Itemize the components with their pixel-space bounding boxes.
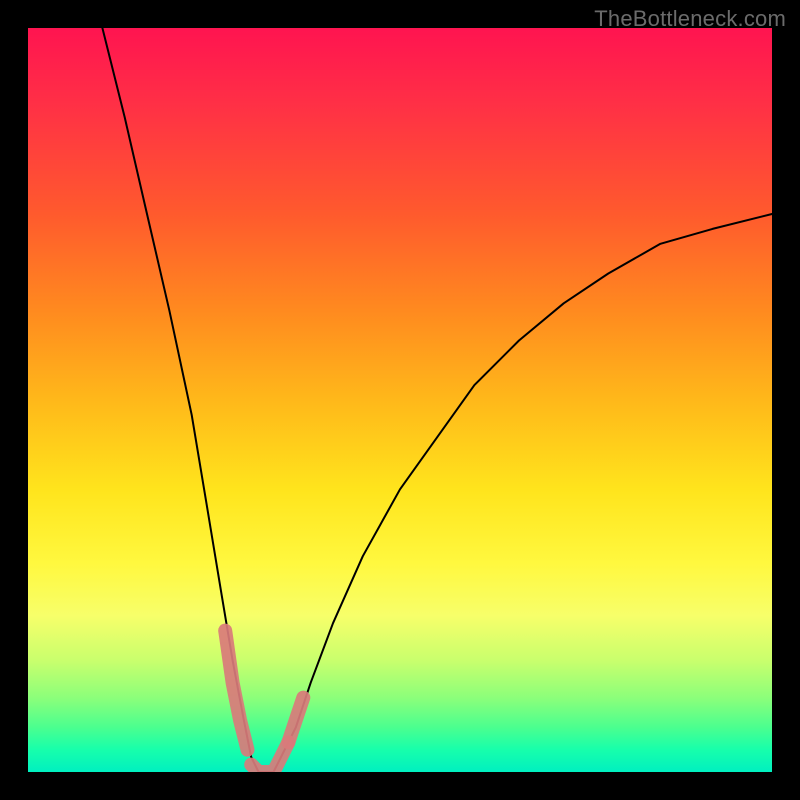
highlight-left <box>225 631 247 750</box>
bottleneck-curve <box>102 28 772 772</box>
plot-area <box>28 28 772 772</box>
highlight-right <box>288 698 303 743</box>
frame-bottom-border <box>0 772 800 800</box>
marker-group <box>225 631 303 772</box>
chart-frame: TheBottleneck.com <box>0 0 800 800</box>
curve-svg <box>28 28 772 772</box>
highlight-valley <box>251 742 288 772</box>
